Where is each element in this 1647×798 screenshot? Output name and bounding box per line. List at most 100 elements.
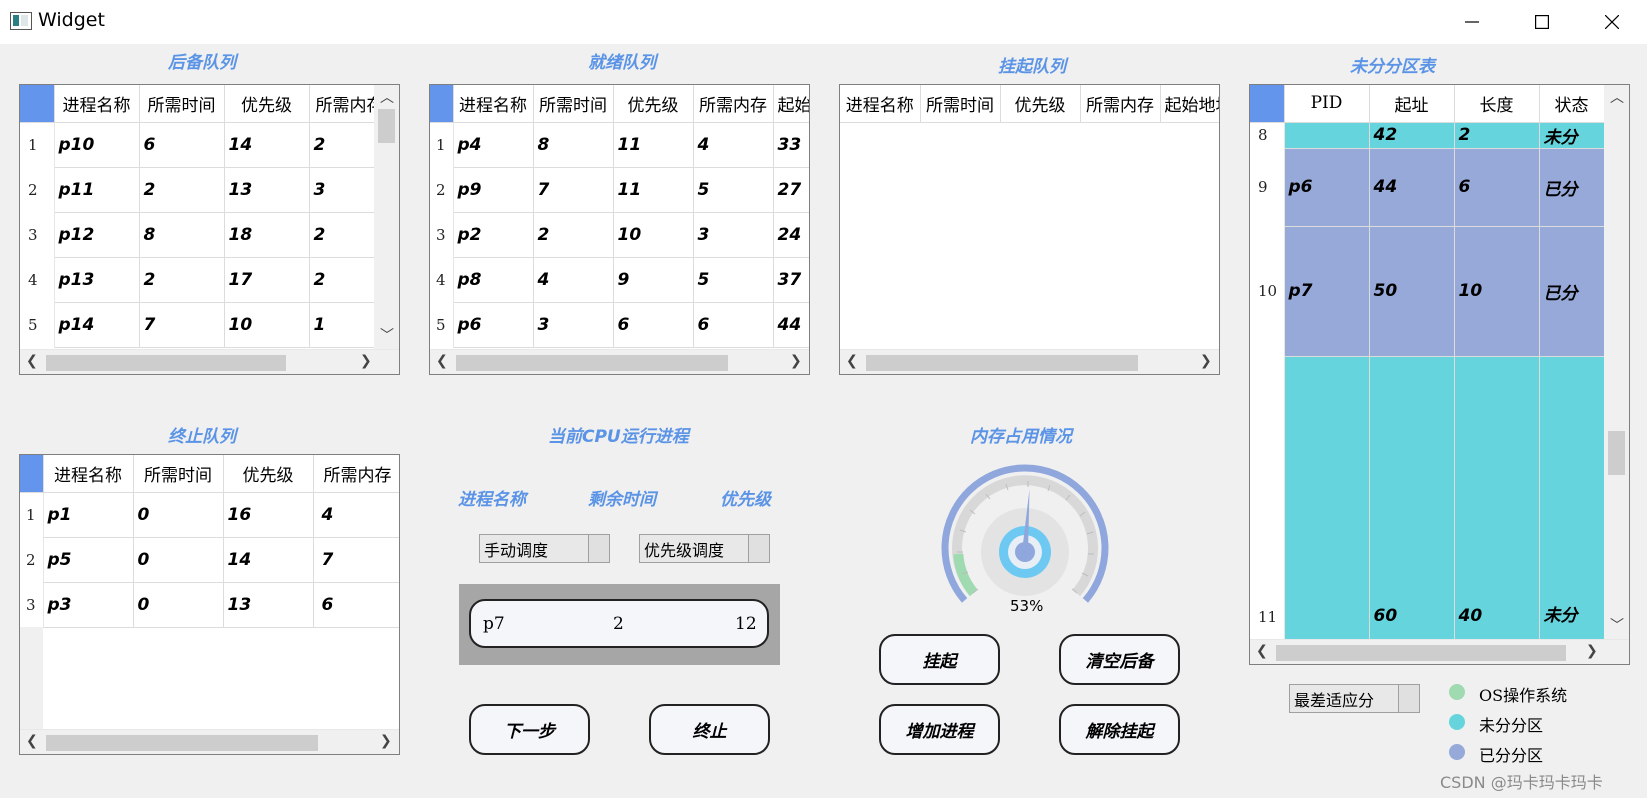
- dropdown-arrow-icon[interactable]: [588, 535, 609, 562]
- dropdown-arrow-icon[interactable]: [748, 535, 769, 562]
- column-header[interactable]: 进程名称: [43, 455, 134, 493]
- scroll-up-icon[interactable]: ︿: [1610, 87, 1624, 107]
- scroll-thumb[interactable]: [1608, 431, 1625, 475]
- column-header[interactable]: 进程名称: [453, 85, 534, 123]
- scroll-down-icon[interactable]: ﹀: [1610, 615, 1624, 635]
- column-header[interactable]: 优先级: [1000, 85, 1081, 123]
- row-number[interactable]: 1: [20, 492, 44, 537]
- table-cell[interactable]: p13: [54, 257, 140, 303]
- column-header[interactable]: 起始地址: [1160, 85, 1219, 123]
- maximize-button[interactable]: [1507, 0, 1577, 44]
- table-row[interactable]: 1 p1 0 16 4: [20, 492, 399, 538]
- suspend-button[interactable]: 挂起: [879, 634, 1000, 685]
- row-number[interactable]: 2: [20, 537, 44, 582]
- scroll-right-icon[interactable]: ❯: [790, 353, 802, 369]
- table-cell[interactable]: p1: [43, 492, 134, 538]
- column-header[interactable]: 优先级: [613, 85, 694, 123]
- table-row[interactable]: 2 p11 2 13 3: [20, 167, 399, 213]
- column-header[interactable]: 所需内存: [693, 85, 774, 123]
- table-cell[interactable]: 11: [613, 167, 694, 213]
- table-cell[interactable]: 13: [223, 582, 314, 628]
- clear-backup-button[interactable]: 清空后备: [1059, 634, 1180, 685]
- row-number[interactable]: 5: [20, 302, 55, 347]
- release-suspend-button[interactable]: 解除挂起: [1059, 704, 1180, 755]
- table-cell[interactable]: p12: [54, 212, 140, 258]
- column-header[interactable]: 进程名称: [54, 85, 140, 123]
- scroll-thumb[interactable]: [46, 355, 286, 371]
- table-cell[interactable]: p7: [1284, 226, 1370, 357]
- table-cell[interactable]: 2: [139, 257, 225, 303]
- table-cell[interactable]: 10: [1454, 226, 1540, 357]
- ready-queue-table[interactable]: 进程名称 所需时间 优先级 所需内存 起始地址 1 p4 8 11 4 33 2…: [429, 84, 810, 375]
- partition-table[interactable]: PID 起址 长度 状态 8 42 2 未分 9 p6 44 6 已分 10 p…: [1249, 84, 1630, 665]
- table-cell[interactable]: [1284, 122, 1370, 149]
- table-row[interactable]: 4 p13 2 17 2: [20, 257, 399, 303]
- table-cell[interactable]: 18: [224, 212, 310, 258]
- table-cell[interactable]: [1284, 356, 1370, 641]
- row-number[interactable]: 3: [20, 582, 44, 627]
- add-process-button[interactable]: 增加进程: [879, 704, 1000, 755]
- table-cell[interactable]: 44: [773, 302, 809, 348]
- table-corner[interactable]: [20, 85, 55, 123]
- table-row[interactable]: 3 p2 2 10 3 24: [430, 212, 809, 258]
- backup-queue-table[interactable]: 进程名称 所需时间 优先级 所需内存 1 p10 6 14 2 2 p11 2 …: [19, 84, 400, 375]
- table-cell[interactable]: p6: [1284, 148, 1370, 227]
- table-cell[interactable]: 10: [224, 302, 310, 348]
- fit-algorithm-select[interactable]: 最差适应分: [1289, 684, 1420, 713]
- table-cell[interactable]: 6: [693, 302, 774, 348]
- horizontal-scrollbar[interactable]: ❮ ❯: [20, 349, 399, 374]
- algorithm-select[interactable]: 优先级调度: [639, 534, 770, 563]
- scroll-right-icon[interactable]: ❯: [380, 733, 392, 749]
- table-cell[interactable]: 4: [313, 492, 399, 538]
- table-cell[interactable]: 44: [1369, 148, 1455, 227]
- table-cell[interactable]: 42: [1369, 122, 1455, 149]
- scroll-down-icon[interactable]: ﹀: [380, 325, 394, 345]
- table-cell[interactable]: p4: [453, 122, 534, 168]
- table-cell[interactable]: 14: [224, 122, 310, 168]
- row-number[interactable]: 4: [20, 257, 55, 302]
- column-header[interactable]: PID: [1284, 85, 1370, 123]
- column-header[interactable]: 起址: [1369, 85, 1455, 123]
- table-cell[interactable]: 7: [313, 537, 399, 583]
- table-cell[interactable]: 40: [1454, 356, 1540, 641]
- table-cell[interactable]: 33: [773, 122, 809, 168]
- table-cell[interactable]: p6: [453, 302, 534, 348]
- table-row[interactable]: 11 60 40 未分: [1250, 356, 1605, 641]
- table-cell[interactable]: 2: [139, 167, 225, 213]
- row-number[interactable]: 8: [1250, 122, 1285, 148]
- table-cell[interactable]: 9: [613, 257, 694, 303]
- table-row[interactable]: 9 p6 44 6 已分: [1250, 148, 1605, 227]
- table-row[interactable]: 10 p7 50 10 已分: [1250, 226, 1605, 357]
- close-button[interactable]: [1577, 0, 1647, 44]
- table-cell[interactable]: p8: [453, 257, 534, 303]
- row-number[interactable]: 11: [1250, 356, 1285, 640]
- table-cell[interactable]: 2: [533, 212, 614, 258]
- table-cell[interactable]: 6: [1454, 148, 1540, 227]
- row-number[interactable]: 10: [1250, 226, 1285, 356]
- table-cell[interactable]: 27: [773, 167, 809, 213]
- table-row[interactable]: 8 42 2 未分: [1250, 122, 1605, 149]
- schedule-mode-select[interactable]: 手动调度: [479, 534, 610, 563]
- table-cell[interactable]: 11: [613, 122, 694, 168]
- table-cell[interactable]: 16: [223, 492, 314, 538]
- row-number[interactable]: 2: [430, 167, 454, 212]
- scroll-thumb[interactable]: [456, 355, 728, 371]
- table-cell[interactable]: 未分: [1539, 122, 1605, 149]
- table-cell[interactable]: 未分: [1539, 356, 1605, 641]
- table-cell[interactable]: 13: [224, 167, 310, 213]
- table-cell[interactable]: p5: [43, 537, 134, 583]
- table-cell[interactable]: 已分: [1539, 148, 1605, 227]
- scroll-left-icon[interactable]: ❮: [436, 353, 448, 369]
- table-cell[interactable]: 17: [224, 257, 310, 303]
- terminate-button[interactable]: 终止: [649, 704, 770, 755]
- table-cell[interactable]: p14: [54, 302, 140, 348]
- row-number[interactable]: 5: [430, 302, 454, 347]
- table-cell[interactable]: 3: [533, 302, 614, 348]
- scroll-thumb[interactable]: [1276, 645, 1566, 661]
- scroll-left-icon[interactable]: ❮: [26, 733, 38, 749]
- column-header[interactable]: 所需时间: [920, 85, 1001, 123]
- table-cell[interactable]: 24: [773, 212, 809, 258]
- next-step-button[interactable]: 下一步: [469, 704, 590, 755]
- column-header[interactable]: 优先级: [223, 455, 314, 493]
- row-number[interactable]: 3: [20, 212, 55, 257]
